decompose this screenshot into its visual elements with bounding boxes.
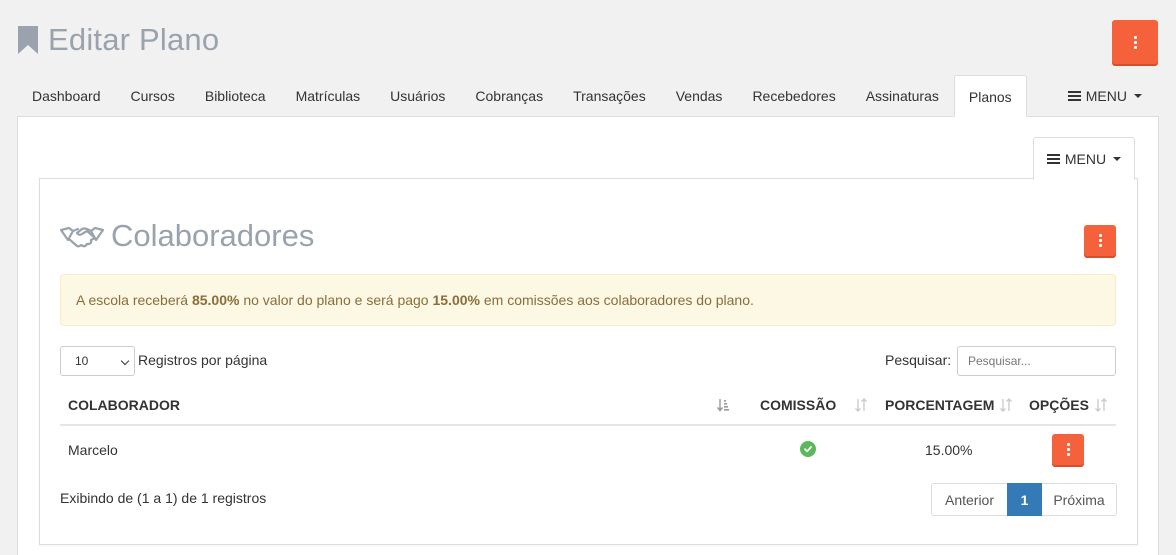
row-options-button[interactable] — [1052, 434, 1084, 465]
alert-prefix: A escola receberá — [76, 292, 192, 308]
cell-colaborador: Marcelo — [68, 442, 118, 458]
sort-both-icon[interactable] — [1000, 398, 1012, 412]
hamburger-icon — [1046, 153, 1060, 164]
tab-transacoes[interactable]: Transações — [558, 75, 661, 117]
inner-menu-label: MENU — [1064, 150, 1107, 167]
page-length-value: 10 — [75, 354, 89, 368]
pagination: Anterior 1 Próxima — [931, 483, 1117, 516]
box-header: Colaboradores — [60, 218, 314, 254]
tab-biblioteca[interactable]: Biblioteca — [190, 75, 281, 117]
kebab-icon — [1133, 35, 1137, 49]
school-percentage: 85.00% — [191, 292, 240, 308]
search-label: Pesquisar: — [885, 352, 952, 368]
page-length-select[interactable]: 10 — [60, 346, 135, 376]
cell-porcentagem: 15.00% — [925, 442, 973, 458]
page-title: Editar Plano — [48, 22, 220, 57]
box-options-button[interactable] — [1084, 225, 1116, 256]
tab-matriculas[interactable]: Matrículas — [281, 75, 376, 117]
pagination-next[interactable]: Próxima — [1041, 483, 1117, 516]
table-info: Exibindo de (1 a 1) de 1 registros — [60, 490, 267, 506]
handshake-icon — [60, 226, 104, 248]
tab-dashboard[interactable]: Dashboard — [17, 75, 116, 117]
column-header-opcoes[interactable]: OPÇÕES — [1029, 397, 1089, 414]
tabs-menu-label: MENU — [1085, 88, 1127, 104]
caret-down-icon — [1113, 156, 1122, 161]
tab-cobrancas[interactable]: Cobranças — [460, 75, 558, 117]
page-header: Editar Plano — [17, 20, 219, 60]
column-header-porcentagem[interactable]: PORCENTAGEM — [885, 397, 994, 414]
chevron-down-icon — [120, 356, 130, 366]
column-header-comissao[interactable]: COMISSÃO — [760, 397, 836, 414]
tab-assinaturas[interactable]: Assinaturas — [851, 75, 954, 117]
check-circle-icon — [800, 441, 816, 457]
tab-recebedores[interactable]: Recebedores — [737, 75, 850, 117]
alert-suffix: em comissões aos colaboradores do plano. — [479, 292, 754, 308]
kebab-icon — [1098, 234, 1102, 247]
sort-asc-icon[interactable] — [717, 398, 729, 412]
column-header-colaborador[interactable]: COLABORADOR — [68, 397, 180, 414]
tab-planos[interactable]: Planos — [953, 75, 1027, 117]
alert-middle: no valor do plano e será pago — [239, 292, 433, 308]
hamburger-icon — [1067, 91, 1081, 101]
commission-alert: A escola receberá 85.00% no valor do pla… — [60, 274, 1116, 326]
pagination-page-1[interactable]: 1 — [1007, 483, 1042, 516]
sort-both-icon[interactable] — [1095, 398, 1107, 412]
page-length-label: Registros por página — [138, 352, 268, 368]
colaboradores-box: Colaboradores A escola receberá 85.00% n… — [39, 178, 1138, 545]
tab-cursos[interactable]: Cursos — [116, 75, 190, 117]
pagination-prev[interactable]: Anterior — [931, 483, 1008, 516]
kebab-icon — [1066, 443, 1070, 456]
search-input[interactable] — [957, 346, 1116, 376]
tabs-menu-dropdown[interactable]: MENU — [1067, 75, 1142, 117]
commission-percentage: 15.00% — [432, 292, 480, 308]
caret-down-icon — [1134, 94, 1142, 98]
tab-vendas[interactable]: Vendas — [661, 75, 738, 117]
bookmark-icon — [18, 26, 38, 54]
box-title: Colaboradores — [111, 218, 315, 253]
page-options-button[interactable] — [1112, 20, 1158, 64]
tab-usuarios[interactable]: Usuários — [375, 75, 460, 117]
inner-menu-dropdown[interactable]: MENU — [1033, 137, 1135, 180]
sort-both-icon[interactable] — [855, 398, 867, 412]
main-tabs: Dashboard Cursos Biblioteca Matrículas U… — [17, 75, 1027, 117]
header-divider — [60, 424, 1116, 426]
